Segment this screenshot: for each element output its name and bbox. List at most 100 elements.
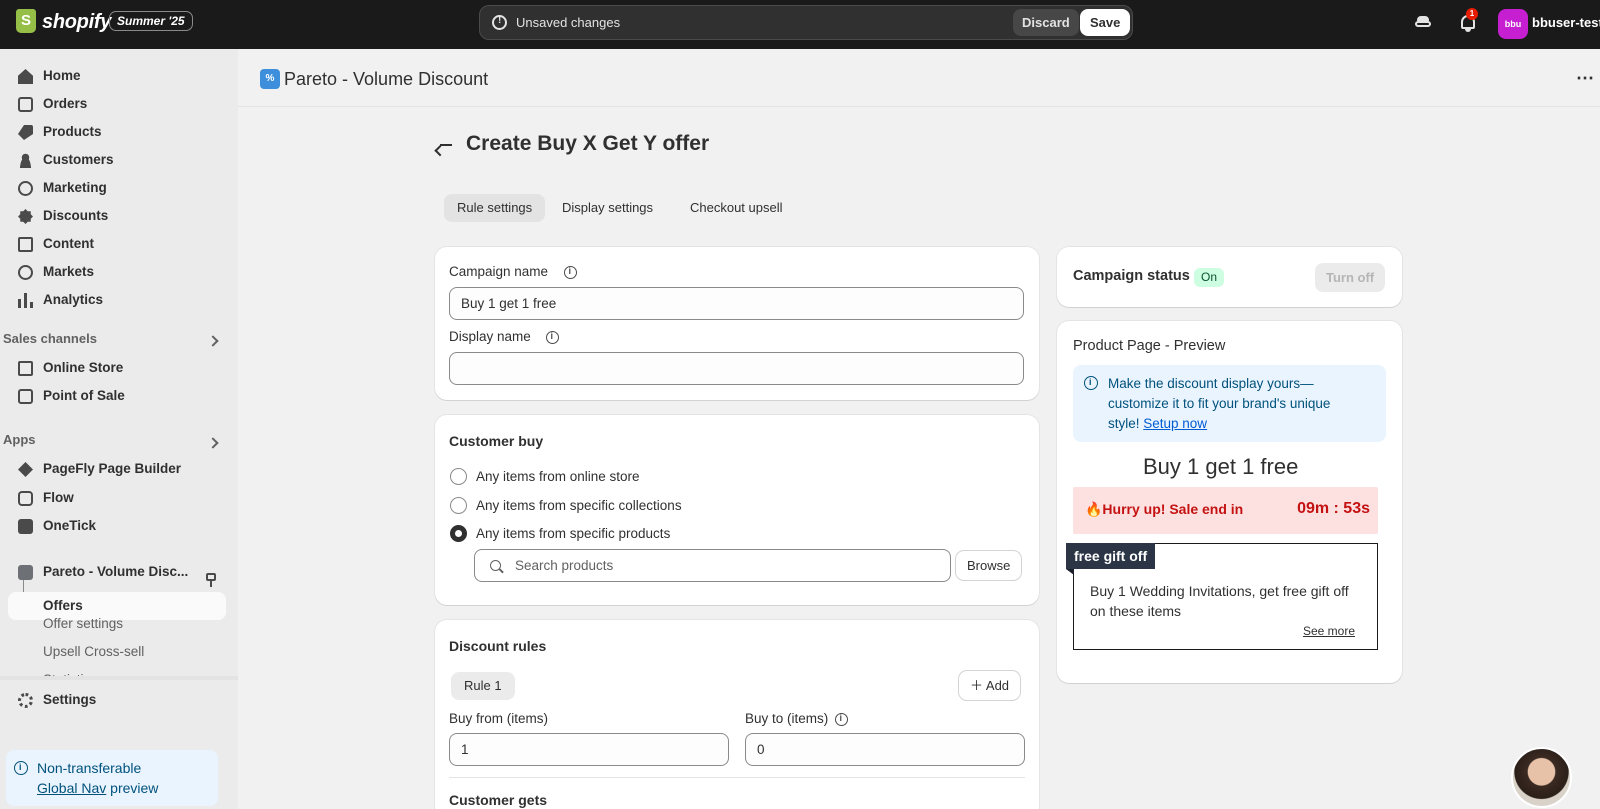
sidebar-item-online-store[interactable]: Online Store — [8, 354, 226, 382]
sidebar-item-pareto[interactable]: Pareto - Volume Disc... — [8, 558, 226, 586]
sidebar-item-label: Flow — [43, 490, 74, 505]
incognito-icon[interactable] — [1413, 13, 1433, 33]
pareto-app-icon: % — [260, 69, 280, 89]
sidebar-item-analytics[interactable]: Analytics — [8, 286, 226, 314]
sidebar-item-content[interactable]: Content — [8, 230, 226, 258]
app-header: % Pareto - Volume Discount ⋯ — [238, 49, 1600, 107]
store-username[interactable]: bbuser-test — [1532, 15, 1600, 30]
campaign-name-input[interactable]: Buy 1 get 1 free — [449, 287, 1024, 320]
notice-link-line: Global Nav preview — [37, 780, 158, 796]
tab-rule-settings[interactable]: Rule settings — [444, 194, 546, 222]
sidebar-item-point-of-sale[interactable]: Point of Sale — [8, 382, 226, 410]
hurry-text: 🔥Hurry up! Sale end in — [1085, 501, 1244, 517]
buy-to-label: Buy to (items) — [745, 711, 829, 726]
free-gift-box: free gift off Buy 1 Wedding Invitations,… — [1066, 543, 1378, 650]
info-icon — [14, 761, 28, 775]
sidebar-item-upsell-cross-sell[interactable]: Upsell Cross-sell — [43, 644, 144, 659]
tab-display-settings[interactable]: Display settings — [549, 194, 666, 222]
info-icon[interactable] — [564, 266, 577, 279]
sidebar-item-label: Pareto - Volume Disc... — [43, 564, 189, 579]
pin-icon[interactable] — [206, 573, 216, 587]
alert-circle-icon — [492, 15, 507, 30]
sidebar-item-orders[interactable]: Orders — [8, 90, 226, 118]
sidebar-item-label: Content — [43, 236, 94, 251]
chevron-right-icon[interactable] — [207, 437, 219, 449]
avatar[interactable]: bbu — [1498, 9, 1528, 39]
sidebar-item-customers[interactable]: Customers — [8, 146, 226, 174]
campaign-name-label: Campaign name — [449, 264, 549, 279]
top-bar: shopify Summer '25 Unsaved changes Disca… — [0, 0, 1600, 49]
rule-1-tab[interactable]: Rule 1 — [451, 672, 515, 700]
turn-off-button[interactable]: Turn off — [1315, 263, 1386, 292]
customer-gets-title: Customer gets — [449, 792, 548, 808]
browse-button[interactable]: Browse — [956, 551, 1022, 580]
shopify-bag-icon — [16, 9, 38, 35]
sidebar-item-discounts[interactable]: Discounts — [8, 202, 226, 230]
apps-heading: Apps — [3, 432, 36, 447]
customer-buy-title: Customer buy — [449, 433, 544, 449]
free-gift-tag: free gift off — [1066, 543, 1156, 575]
unsaved-changes-text: Unsaved changes — [516, 15, 621, 30]
radio-specific-products[interactable] — [450, 525, 467, 542]
discard-button[interactable]: Discard — [1013, 9, 1079, 36]
notice-text: Non-transferable — [37, 760, 142, 776]
sidebar-item-label: Analytics — [43, 292, 104, 307]
sidebar-item-label: Offers — [43, 598, 83, 613]
sidebar-item-marketing[interactable]: Marketing — [8, 174, 226, 202]
sidebar-item-markets[interactable]: Markets — [8, 258, 226, 286]
display-name-input[interactable] — [449, 352, 1024, 385]
sidebar-item-label: Home — [43, 68, 81, 83]
sidebar-item-pagefly[interactable]: PageFly Page Builder — [8, 455, 226, 483]
add-rule-button[interactable]: ＋ Add — [959, 671, 1021, 700]
support-chat-avatar[interactable] — [1511, 747, 1572, 808]
buy-to-input[interactable]: 0 — [745, 733, 1025, 766]
buy-from-input[interactable]: 1 — [449, 733, 729, 766]
setup-now-link[interactable]: Setup now — [1143, 416, 1207, 431]
add-rule-label: Add — [985, 678, 1010, 693]
status-badge: On — [1194, 268, 1225, 287]
radio-online-store[interactable] — [450, 468, 467, 485]
marketing-icon — [18, 181, 33, 196]
point-of-sale-icon — [18, 389, 33, 404]
sales-channels-heading: Sales channels — [3, 331, 97, 346]
pagefly-icon — [18, 462, 33, 477]
pareto-icon — [18, 565, 33, 580]
see-more-link[interactable]: See more — [1303, 624, 1355, 638]
sidebar-item-label: Customers — [43, 152, 114, 167]
banner-message: Make the discount display yours—customiz… — [1108, 376, 1331, 431]
tab-checkout-upsell[interactable]: Checkout upsell — [677, 194, 796, 222]
online-store-icon — [18, 361, 33, 376]
flow-icon — [18, 491, 33, 506]
sidebar-item-offer-settings[interactable]: Offer settings — [43, 616, 123, 631]
info-icon[interactable] — [546, 331, 559, 344]
radio-specific-collections[interactable] — [450, 497, 467, 514]
sidebar-item-onetick[interactable]: OneTick — [8, 512, 226, 540]
radio-label: Any items from specific collections — [476, 498, 682, 513]
global-nav-link[interactable]: Global Nav — [37, 780, 106, 796]
global-nav-notice: Non-transferable Global Nav preview — [6, 750, 218, 806]
sidebar-divider — [0, 676, 238, 680]
sidebar-item-flow[interactable]: Flow — [8, 484, 226, 512]
sidebar-item-settings[interactable]: Settings — [8, 686, 226, 714]
customer-buy-card: Customer buy Any items from online store… — [435, 415, 1039, 605]
info-icon[interactable] — [835, 713, 848, 726]
products-icon — [18, 125, 33, 140]
save-button[interactable]: Save — [1080, 9, 1131, 36]
more-actions-icon[interactable]: ⋯ — [1576, 68, 1595, 89]
edition-badge: Summer '25 — [109, 11, 193, 31]
chevron-right-icon[interactable] — [207, 335, 219, 347]
countdown-timer: 09m : 53s — [1297, 500, 1370, 517]
shopify-logo[interactable]: shopify — [16, 9, 111, 35]
discounts-icon — [18, 209, 33, 224]
sidebar-item-label: Marketing — [43, 180, 107, 195]
countdown-banner: 🔥Hurry up! Sale end in 09m : 53s — [1073, 487, 1378, 534]
back-arrow-icon[interactable] — [434, 137, 454, 157]
search-products-input[interactable]: Search products — [474, 549, 951, 582]
customize-banner: Make the discount display yours—customiz… — [1073, 365, 1386, 442]
sidebar-item-home[interactable]: Home — [8, 62, 226, 90]
sidebar-item-label: Online Store — [43, 360, 124, 375]
sidebar-item-label: Orders — [43, 96, 88, 111]
sidebar-item-label: Discounts — [43, 208, 109, 223]
sidebar-item-products[interactable]: Products — [8, 118, 226, 146]
app-title: Pareto - Volume Discount — [284, 69, 489, 89]
